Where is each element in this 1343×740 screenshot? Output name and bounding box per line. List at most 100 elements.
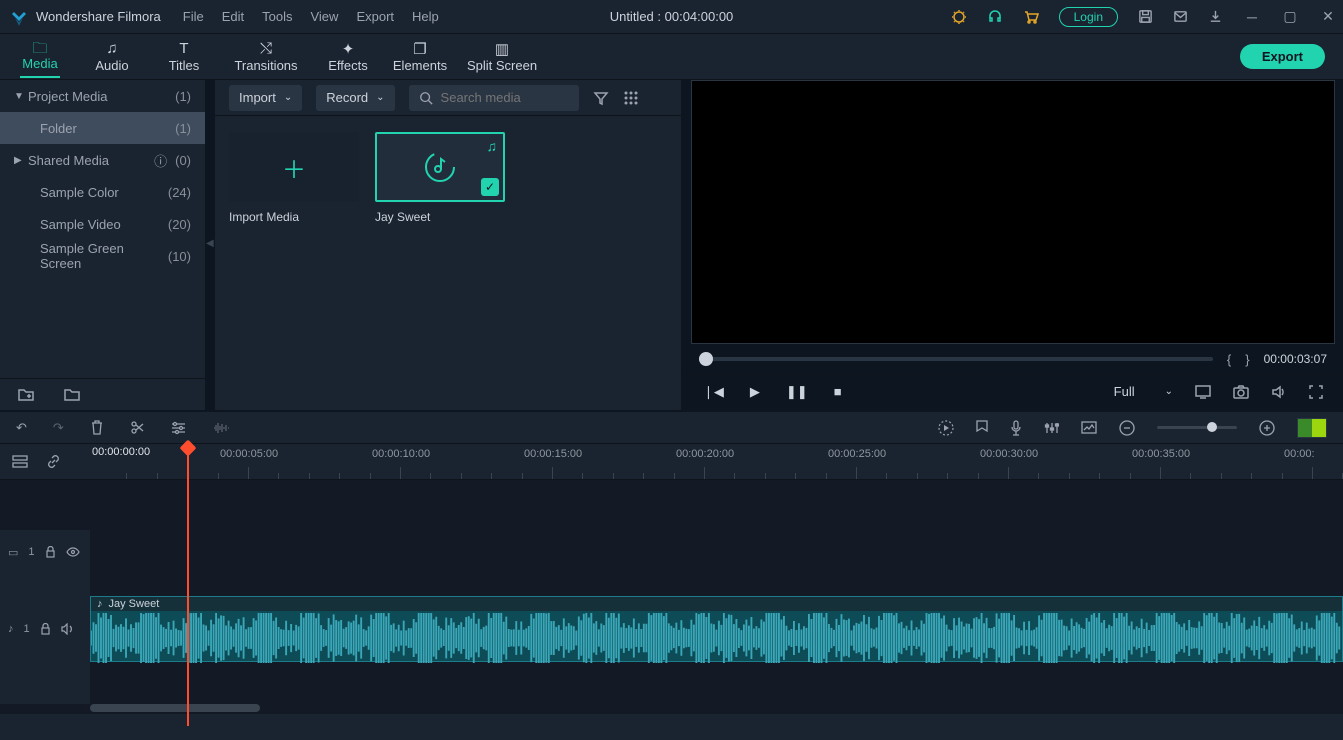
new-folder-icon[interactable]: [18, 388, 34, 402]
video-track-body[interactable]: [90, 530, 1343, 574]
menu-file[interactable]: File: [183, 9, 204, 24]
filter-icon[interactable]: [593, 90, 609, 106]
zoom-out-icon[interactable]: [1119, 420, 1135, 436]
record-dropdown[interactable]: Record ⌄: [316, 85, 394, 111]
speaker-icon[interactable]: [61, 623, 74, 635]
play-icon[interactable]: ▶: [750, 384, 760, 400]
pause-icon[interactable]: ❚❚: [786, 384, 808, 400]
tips-icon[interactable]: [951, 9, 967, 25]
search-input-wrap[interactable]: [409, 85, 579, 111]
preview-viewport[interactable]: [691, 80, 1335, 344]
audio-sync-icon[interactable]: [212, 421, 230, 435]
collapse-handle-icon[interactable]: ◀: [206, 238, 214, 249]
track-gap-bottom: [0, 664, 1343, 704]
thumbnail-icon[interactable]: [1081, 421, 1097, 434]
sidebar-item-sample-color[interactable]: Sample Color (24): [0, 176, 205, 208]
sidebar-item-project-media[interactable]: ▼ Project Media (1): [0, 80, 205, 112]
import-label: Import: [239, 90, 276, 105]
in-marker[interactable]: {: [1227, 352, 1231, 367]
sidebar-item-folder[interactable]: Folder (1): [0, 112, 205, 144]
audio-track-body[interactable]: ♪ Jay Sweet: [90, 594, 1343, 664]
timeline-scrollbar[interactable]: [0, 704, 1343, 714]
menu-edit[interactable]: Edit: [222, 9, 244, 24]
adjust-icon[interactable]: [171, 421, 186, 435]
fullscreen-icon[interactable]: [1309, 385, 1323, 399]
tab-effects[interactable]: ✦ Effects: [312, 40, 384, 73]
sidebar-item-sample-green[interactable]: Sample Green Screen (10): [0, 240, 205, 272]
tab-media[interactable]: 🗀 Media: [4, 38, 76, 75]
track-gap: [0, 480, 1343, 530]
preview-scrub-row: { } 00:00:03:07: [683, 344, 1343, 374]
sidebar-count: (1): [175, 89, 191, 104]
preview-scrubber[interactable]: [699, 357, 1213, 361]
export-button[interactable]: Export: [1240, 44, 1325, 69]
search-input[interactable]: [441, 90, 561, 105]
panel-divider[interactable]: ◀: [205, 80, 215, 410]
scrubber-knob[interactable]: [699, 352, 713, 366]
media-thumb[interactable]: ♫ ✓: [375, 132, 505, 202]
link-icon[interactable]: [46, 454, 61, 469]
close-icon[interactable]: ✕: [1319, 8, 1337, 25]
folder-icon: 🗀: [32, 38, 47, 54]
download-icon[interactable]: [1208, 9, 1223, 24]
import-dropdown[interactable]: Import ⌄: [229, 85, 302, 111]
zoom-in-icon[interactable]: [1259, 420, 1275, 436]
track-manager-icon[interactable]: [12, 455, 28, 469]
redo-icon[interactable]: ↷: [53, 420, 64, 436]
zoom-slider[interactable]: [1157, 426, 1237, 429]
quality-select[interactable]: Full ⌄: [1114, 384, 1173, 399]
audio-clip-jay-sweet[interactable]: ♪ Jay Sweet: [90, 596, 1343, 662]
sidebar-item-sample-video[interactable]: Sample Video (20): [0, 208, 205, 240]
menu-export[interactable]: Export: [356, 9, 394, 24]
video-track-1[interactable]: ▭ 1: [0, 530, 1343, 574]
tab-splitscreen[interactable]: ▥ Split Screen: [456, 40, 548, 73]
import-media-card[interactable]: ＋ Import Media: [229, 132, 359, 224]
split-icon[interactable]: [130, 420, 145, 435]
tab-transitions[interactable]: ⤭ Transitions: [220, 40, 312, 73]
stop-icon[interactable]: ■: [834, 384, 842, 399]
login-button[interactable]: Login: [1059, 7, 1118, 27]
prev-frame-icon[interactable]: ❘◀: [703, 384, 724, 400]
folder-icon[interactable]: [64, 388, 80, 402]
eye-icon[interactable]: [66, 547, 80, 557]
audio-track-1[interactable]: ♪ 1 ♪ Jay Sweet: [0, 594, 1343, 664]
tab-media-label: Media: [22, 56, 57, 71]
tab-audio[interactable]: ♫ Audio: [76, 40, 148, 73]
menu-tools[interactable]: Tools: [262, 9, 292, 24]
snapshot-icon[interactable]: [1233, 385, 1249, 399]
tab-titles[interactable]: T Titles: [148, 40, 220, 73]
audio-mixer-icon[interactable]: [1044, 421, 1059, 435]
save-icon[interactable]: [1138, 9, 1153, 24]
timeline-ruler[interactable]: 00:00:00:00 00:00:05:0000:00:10:0000:00:…: [90, 444, 1343, 479]
voiceover-icon[interactable]: [1010, 420, 1022, 436]
split-icon: ▥: [495, 40, 509, 56]
zoom-knob[interactable]: [1207, 422, 1217, 432]
audio-meter[interactable]: [1297, 418, 1327, 438]
sidebar-label: Sample Color: [40, 185, 168, 200]
tab-elements[interactable]: ❐ Elements: [384, 40, 456, 73]
media-item-jay-sweet[interactable]: ♫ ✓ Jay Sweet: [375, 132, 505, 224]
message-icon[interactable]: [1173, 9, 1188, 24]
marker-icon[interactable]: [976, 420, 988, 435]
playhead[interactable]: [187, 444, 189, 726]
sidebar-item-shared-media[interactable]: ▶ Shared Media ⓘ (0): [0, 144, 205, 176]
delete-icon[interactable]: [90, 420, 104, 435]
menu-view[interactable]: View: [310, 9, 338, 24]
minimize-icon[interactable]: ─: [1243, 9, 1261, 25]
cart-icon[interactable]: [1023, 9, 1039, 25]
lock-icon[interactable]: [45, 546, 56, 558]
undo-icon[interactable]: ↶: [16, 420, 27, 436]
support-icon[interactable]: [987, 9, 1003, 25]
shapes-icon: ❐: [413, 40, 426, 56]
import-media-thumb[interactable]: ＋: [229, 132, 359, 202]
maximize-icon[interactable]: ▢: [1281, 8, 1299, 25]
scrollbar-thumb[interactable]: [90, 704, 260, 712]
volume-icon[interactable]: [1271, 385, 1287, 399]
timeline-toolbar: ↶ ↷: [0, 410, 1343, 444]
out-marker[interactable]: }: [1245, 352, 1249, 367]
cast-icon[interactable]: [1195, 385, 1211, 399]
menu-help[interactable]: Help: [412, 9, 439, 24]
render-icon[interactable]: [938, 420, 954, 436]
grid-view-icon[interactable]: [623, 90, 639, 106]
lock-icon[interactable]: [40, 623, 51, 635]
